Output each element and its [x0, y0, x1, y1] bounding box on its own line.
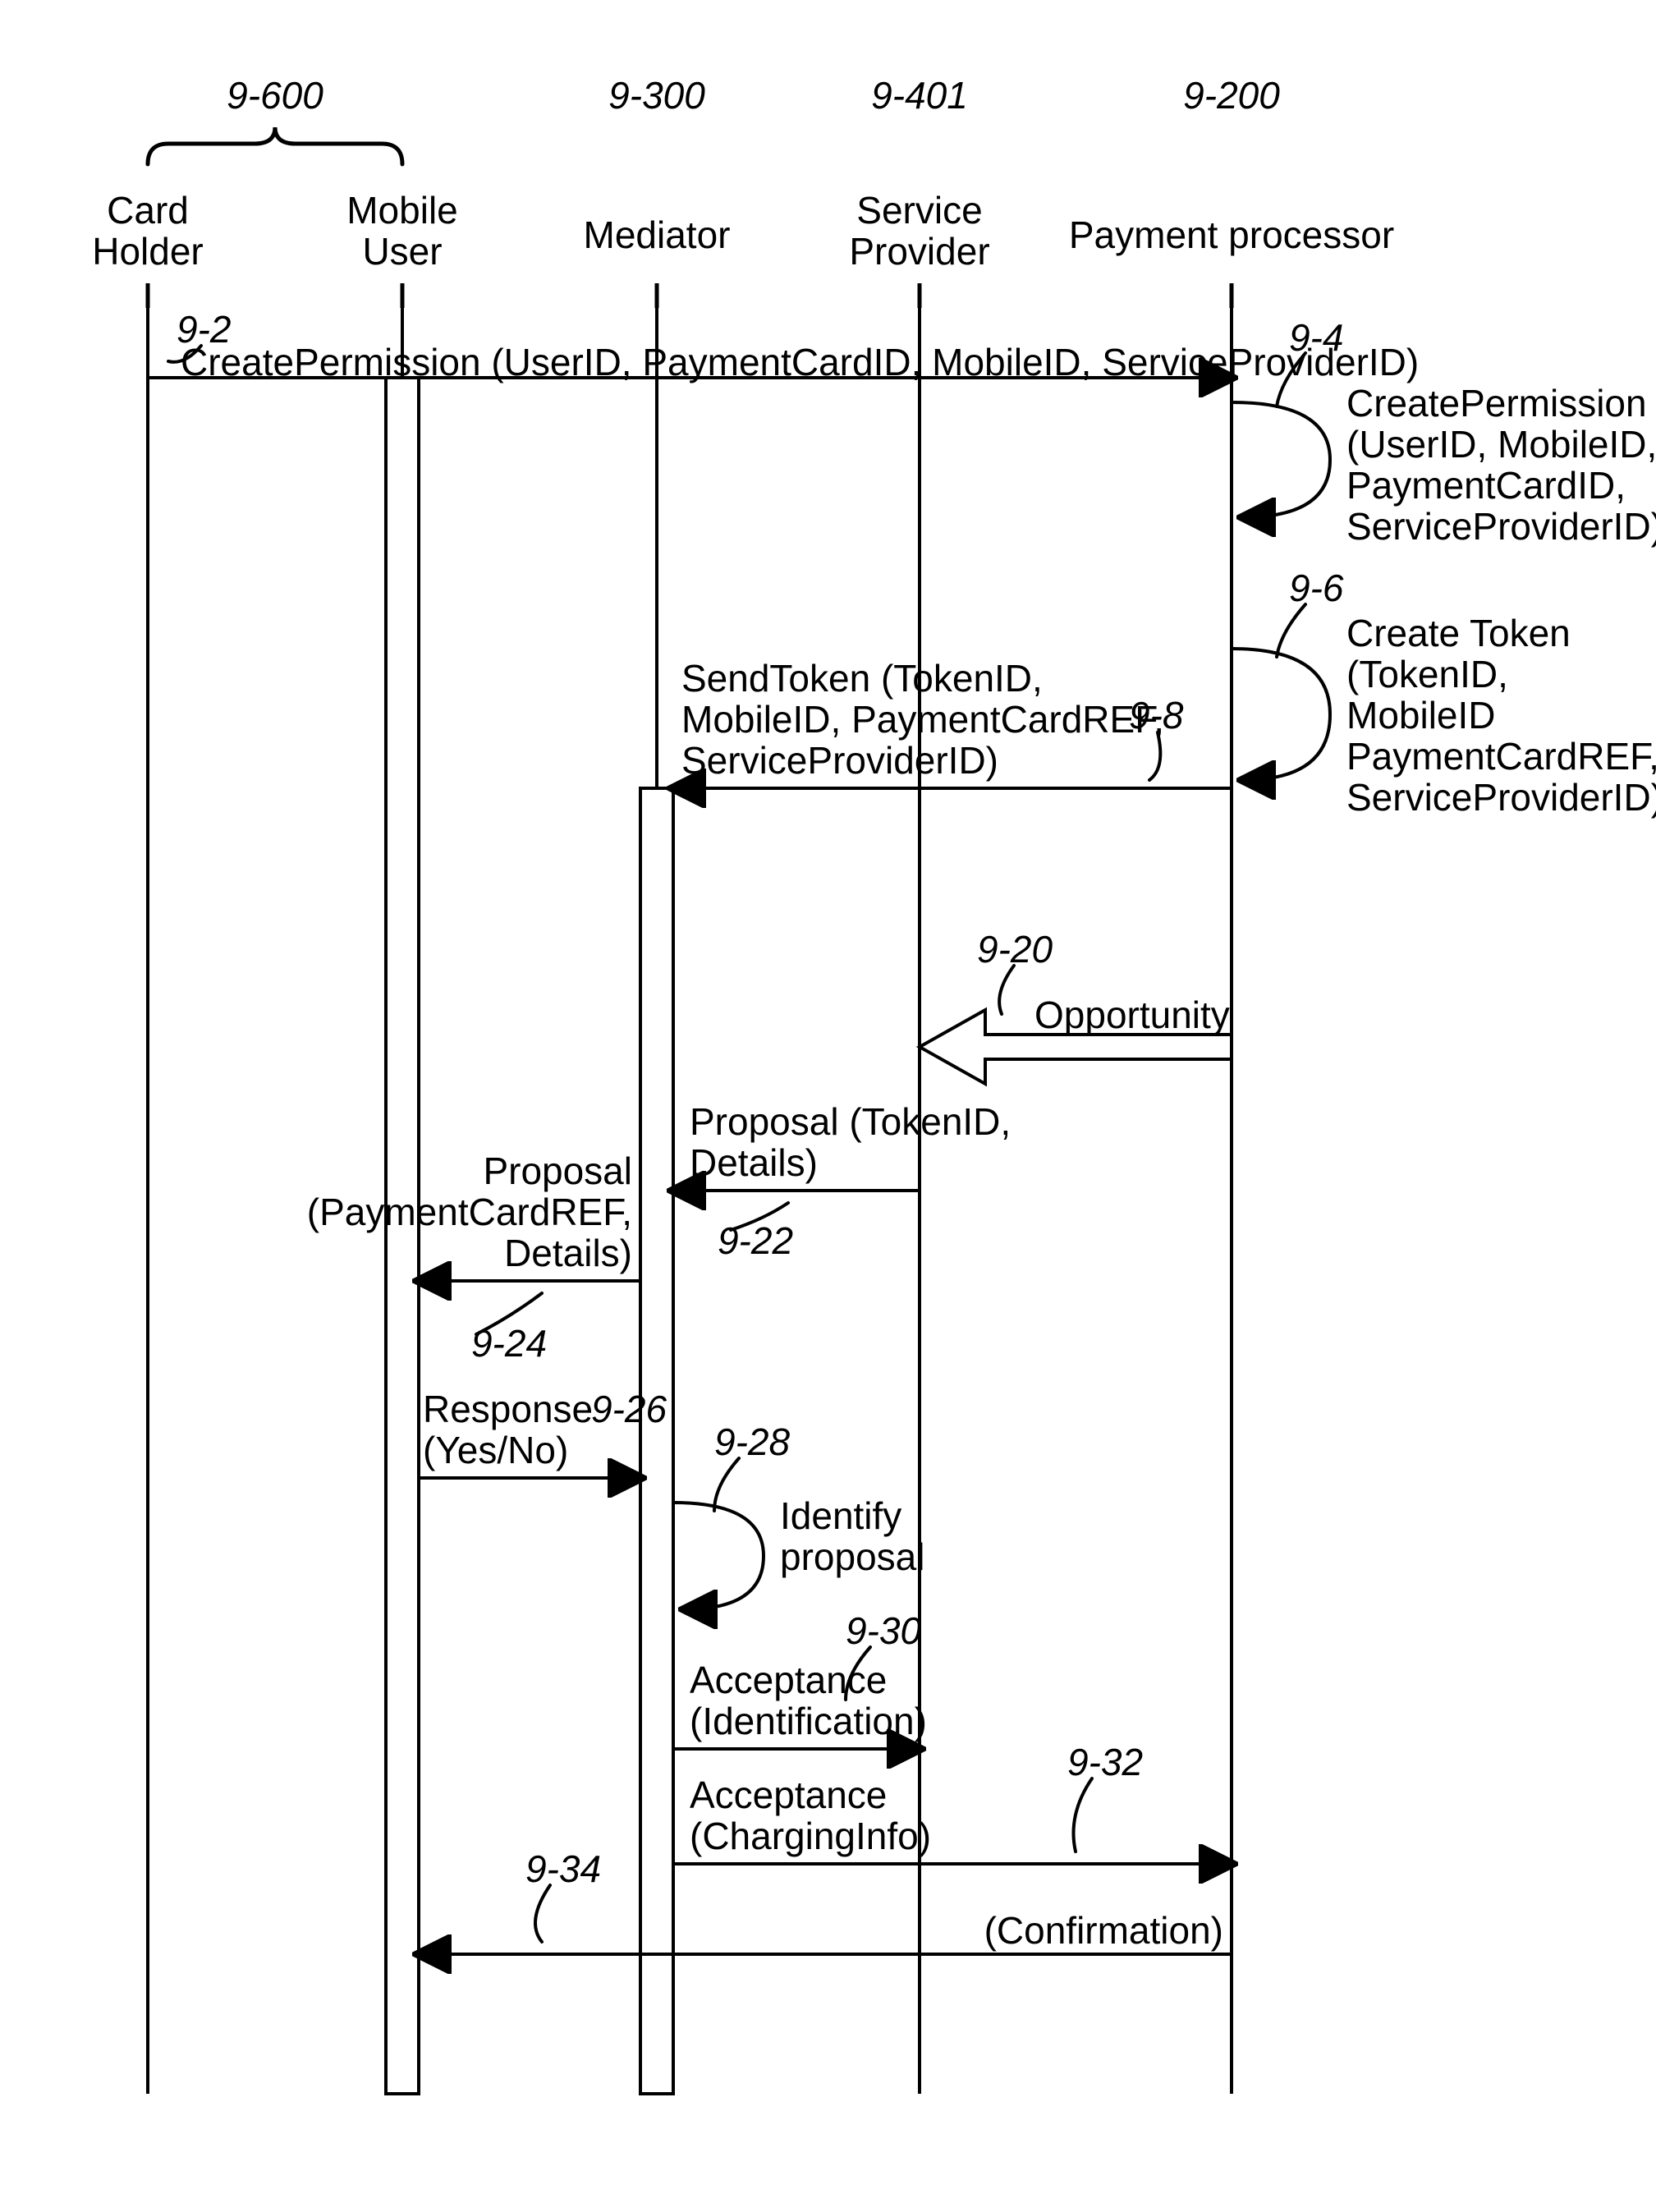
actor-cardholder-line1: Card — [107, 189, 189, 232]
ref-9-24: 9-24 — [471, 1322, 547, 1365]
msg-9-24-l2: (PaymentCardREF, — [307, 1191, 632, 1233]
msg-9-24-l3: Details) — [504, 1232, 632, 1274]
activation-mediator — [640, 788, 673, 2094]
ref-9-26: 9-26 — [591, 1388, 667, 1430]
actor-ref-9-600: 9-600 — [227, 74, 323, 117]
msg-9-6-l4: PaymentCardREF, — [1346, 735, 1656, 778]
ref-9-6: 9-6 — [1289, 567, 1344, 609]
msg-9-22-l2: Details) — [690, 1141, 818, 1184]
msg-9-8-l3: ServiceProviderID) — [681, 739, 998, 782]
ref-9-28: 9-28 — [714, 1420, 790, 1463]
ref-9-34: 9-34 — [525, 1847, 601, 1890]
msg-9-30-l2: (Identification) — [690, 1700, 927, 1742]
actor-mobileuser-line2: User — [362, 230, 442, 273]
msg-9-26-l2: (Yes/No) — [423, 1429, 568, 1471]
msg-9-4-l1: CreatePermission — [1346, 382, 1647, 425]
ref-9-32: 9-32 — [1067, 1741, 1143, 1783]
sequence-diagram: 9-600 9-300 9-401 9-200 Card Holder Mobi… — [0, 0, 1656, 2212]
msg-9-6-l1: Create Token — [1346, 612, 1571, 654]
msg-9-20: Opportunity — [1034, 994, 1230, 1036]
msg-9-22-l1: Proposal (TokenID, — [690, 1100, 1011, 1143]
msg-9-6-l5: ServiceProviderID) — [1346, 776, 1656, 819]
actor-mediator-label: Mediator — [584, 213, 731, 256]
selfloop-9-6 — [1232, 649, 1330, 780]
actor-provider-line1: Service — [856, 189, 982, 232]
ref-9-30: 9-30 — [846, 1609, 921, 1652]
actor-mobileuser-line1: Mobile — [346, 189, 458, 232]
msg-9-28-l2: proposal — [780, 1535, 924, 1578]
ref-9-22: 9-22 — [718, 1219, 793, 1262]
actor-cardholder-line2: Holder — [92, 230, 204, 273]
msg-9-28-l1: Identify — [780, 1494, 901, 1537]
msg-9-26-l1: Response — [423, 1388, 593, 1430]
msg-9-30-l1: Acceptance — [690, 1659, 887, 1701]
actor-ref-9-300: 9-300 — [608, 74, 705, 117]
ref-9-20: 9-20 — [977, 928, 1053, 971]
ref-9-4: 9-4 — [1289, 316, 1343, 359]
msg-9-8-l2: MobileID, PaymentCardREF, — [681, 698, 1164, 741]
actor-processor-label: Payment processor — [1069, 213, 1394, 256]
msg-9-4-l4: ServiceProviderID) — [1346, 505, 1656, 548]
activation-mobileuser — [386, 378, 419, 2094]
msg-9-24-l1: Proposal — [483, 1150, 632, 1192]
msg-9-8-l1: SendToken (TokenID, — [681, 657, 1043, 700]
msg-9-4-l2: (UserID, MobileID, — [1346, 423, 1656, 466]
msg-9-6-l2: (TokenID, — [1346, 653, 1508, 695]
msg-9-32-l1: Acceptance — [690, 1774, 887, 1816]
msg-9-32-l2: (ChargingInfo) — [690, 1815, 931, 1857]
msg-9-4-l3: PaymentCardID, — [1346, 464, 1626, 507]
actor-ref-9-200: 9-200 — [1183, 74, 1280, 117]
selfloop-9-4 — [1232, 402, 1330, 517]
actor-provider-line2: Provider — [849, 230, 989, 273]
selfloop-9-28 — [673, 1503, 764, 1609]
msg-9-6-l3: MobileID — [1346, 694, 1496, 737]
actor-ref-9-401: 9-401 — [871, 74, 968, 117]
brace-9-600 — [148, 127, 402, 164]
msg-9-34: (Confirmation) — [984, 1909, 1223, 1952]
ref-9-8: 9-8 — [1129, 694, 1184, 737]
